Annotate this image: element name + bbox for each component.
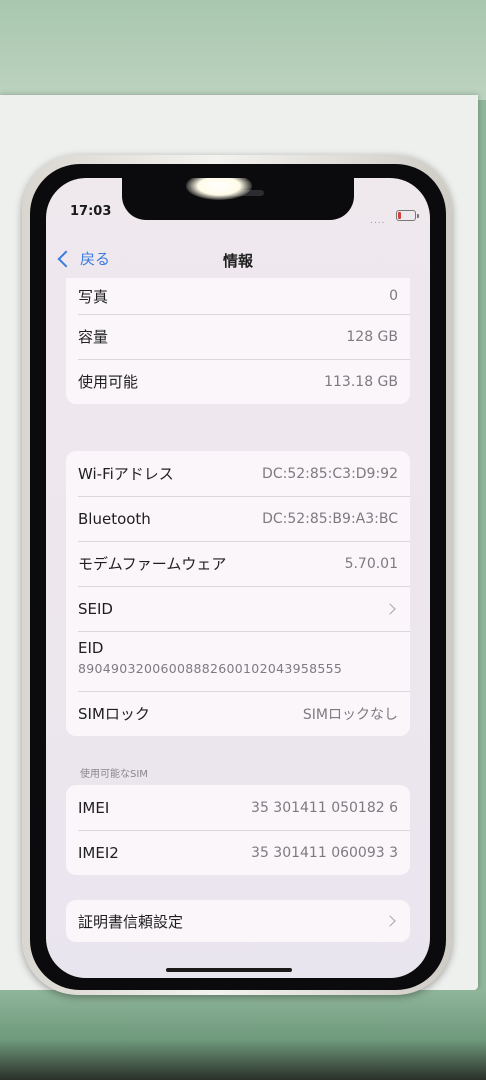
row-label: IMEI2 bbox=[78, 843, 119, 862]
sim-group: IMEI 35 301411 050182 6 IMEI2 35 301411 … bbox=[66, 785, 410, 875]
row-value: DC:52:85:B9:A3:BC bbox=[262, 510, 398, 527]
list-item-certificate-trust[interactable]: 証明書信頼設定 bbox=[66, 900, 410, 942]
signal-icon: .... bbox=[370, 216, 386, 226]
row-label: Bluetooth bbox=[78, 509, 151, 528]
list-item-capacity: 容量 128 GB bbox=[66, 314, 410, 359]
row-value: 5.70.01 bbox=[344, 555, 398, 572]
list-item-photos: 写真 0 bbox=[66, 278, 410, 314]
row-label: EID bbox=[78, 639, 104, 657]
row-label: 容量 bbox=[78, 328, 109, 346]
row-value: 35 301411 050182 6 bbox=[251, 799, 398, 816]
row-label: 写真 bbox=[78, 287, 109, 306]
row-label: Wi-Fiアドレス bbox=[78, 465, 174, 483]
row-label: 使用可能 bbox=[78, 373, 139, 391]
section-header-sim: 使用可能なSIM bbox=[80, 769, 148, 780]
row-label: SEID bbox=[78, 599, 113, 618]
network-group: Wi-Fiアドレス DC:52:85:C3:D9:92 Bluetooth DC… bbox=[66, 451, 410, 736]
row-label: SIMロック bbox=[78, 705, 150, 723]
phone-screen: 17:03 .... 戻る 情報 写真 0 容量 128 GB 使用可能 113… bbox=[46, 178, 430, 978]
row-value: SIMロックなし bbox=[302, 706, 398, 723]
chevron-right-icon bbox=[384, 602, 396, 615]
row-value: DC:52:85:C3:D9:92 bbox=[262, 465, 398, 482]
certificate-group: 証明書信頼設定 bbox=[66, 900, 410, 942]
chevron-right-icon bbox=[384, 915, 396, 927]
list-item-imei: IMEI 35 301411 050182 6 bbox=[66, 785, 410, 830]
row-label: 証明書信頼設定 bbox=[78, 912, 184, 931]
row-value: 35 301411 060093 3 bbox=[251, 844, 398, 861]
list-item-eid: EID 89049032006008882600102043958555 bbox=[66, 631, 410, 691]
list-item-modem-firmware: モデムファームウェア 5.70.01 bbox=[66, 541, 410, 586]
status-time: 17:03 bbox=[70, 204, 112, 219]
list-item-bluetooth: Bluetooth DC:52:85:B9:A3:BC bbox=[66, 496, 410, 541]
list-item-sim-lock: SIMロック SIMロックなし bbox=[66, 691, 410, 736]
list-item-wifi-address: Wi-Fiアドレス DC:52:85:C3:D9:92 bbox=[66, 451, 410, 496]
row-label: モデムファームウェア bbox=[78, 555, 227, 573]
page-title: 情報 bbox=[222, 252, 253, 270]
background-wall bbox=[0, 0, 486, 100]
row-label: IMEI bbox=[78, 798, 110, 817]
row-value: 128 GB bbox=[346, 328, 398, 345]
battery-icon bbox=[396, 210, 419, 221]
navigation-bar: 戻る 情報 bbox=[46, 242, 430, 278]
storage-group: 写真 0 容量 128 GB 使用可能 113.18 GB bbox=[66, 278, 410, 404]
row-value: 89049032006008882600102043958555 bbox=[78, 661, 343, 676]
row-value: 0 bbox=[389, 288, 398, 304]
table-surface bbox=[0, 990, 486, 1080]
list-item-imei2: IMEI2 35 301411 060093 3 bbox=[66, 830, 410, 875]
home-indicator[interactable] bbox=[166, 968, 292, 972]
list-item-seid[interactable]: SEID bbox=[66, 586, 410, 631]
list-item-available: 使用可能 113.18 GB bbox=[66, 359, 410, 404]
row-value: 113.18 GB bbox=[324, 373, 398, 390]
